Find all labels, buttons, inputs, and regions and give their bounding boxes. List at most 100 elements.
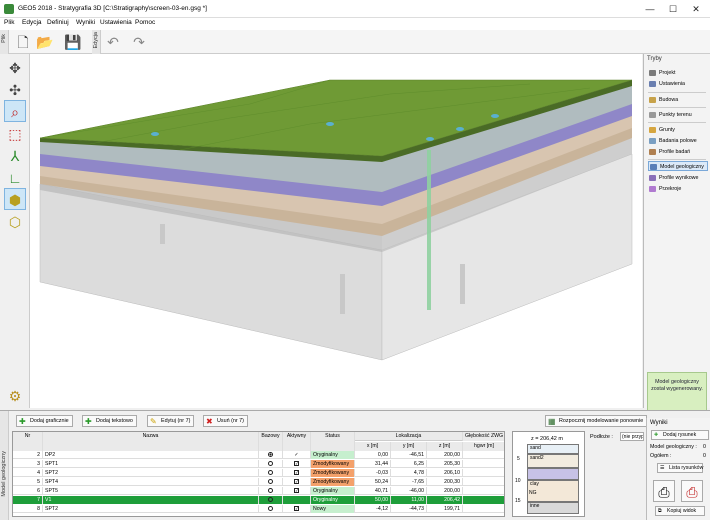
maximize-button[interactable]: ☐	[663, 2, 683, 16]
cell-base[interactable]	[259, 496, 283, 504]
col-x: x [m]	[355, 442, 391, 451]
mode-terrain-points[interactable]: Punkty terenu	[648, 110, 708, 120]
cube-icon[interactable]: ⬡	[4, 210, 26, 232]
cell-nr: 7	[13, 496, 43, 504]
gear-icon[interactable]: ⚙	[4, 384, 26, 406]
axes-3d-icon[interactable]: ⅄	[4, 144, 26, 166]
title-bar: GEO5 2018 - Stratygrafia 3D [C:\Stratigr…	[0, 0, 710, 18]
mode-geological-model[interactable]: Model geologiczny	[648, 161, 708, 171]
table-row[interactable]: 2 DP2 ✓ Oryginalny 0,00 -46,51 200,00	[13, 451, 504, 459]
menu-define[interactable]: Definiuj	[47, 19, 69, 26]
col-nr: Nr	[13, 432, 43, 451]
model-viewport[interactable]	[30, 54, 642, 408]
cell-y: -46,51	[391, 451, 427, 459]
table-row[interactable]: 3 SPT1 ✓ Zmodyfikowany 31,44 6,25 205,30	[13, 460, 504, 468]
modes-title: Tryby	[647, 56, 662, 62]
cell-active[interactable]: ✓	[283, 505, 311, 513]
edit-button[interactable]: ✎ Edytuj (nr 7)	[147, 415, 195, 427]
table-row[interactable]: 8 SPT2 ✓ Nowy -4,12 -44,73 199,71	[13, 505, 504, 513]
pan-icon[interactable]: ✣	[4, 78, 26, 100]
cell-name: SPT2	[43, 469, 259, 477]
base-radio[interactable]	[268, 461, 273, 467]
base-radio[interactable]	[268, 506, 273, 512]
profile-z-label: z = 206,42 m	[531, 436, 563, 442]
cell-base[interactable]	[259, 469, 283, 477]
open-folder-icon[interactable]: 📂	[36, 33, 54, 51]
active-checkbox[interactable]: ✓	[294, 506, 299, 512]
cell-active[interactable]: ✓	[283, 451, 311, 459]
cell-active[interactable]: ✓	[283, 460, 311, 468]
mode-settings[interactable]: Ustawienia	[648, 79, 708, 89]
delete-icon: ✖	[206, 417, 213, 426]
subsoil-select[interactable]: (nie przyp	[620, 432, 644, 441]
mode-soils[interactable]: Grunty	[648, 125, 708, 135]
table-row[interactable]: 7 V1 Oryginalny 50,00 11,00 206,42	[13, 496, 504, 504]
print-pdf-icon[interactable]: ⎙	[681, 480, 703, 502]
menu-settings[interactable]: Ustawienia	[100, 19, 132, 26]
mode-cross-sections[interactable]: Przekroje	[648, 184, 708, 194]
cell-base[interactable]	[259, 487, 283, 495]
cell-nr: 3	[13, 460, 43, 468]
zoom-extents-icon[interactable]: ⬚	[4, 122, 26, 144]
bottom-side-tab: Model geologiczny	[0, 411, 9, 520]
active-checkbox[interactable]: ✓	[294, 488, 299, 494]
base-radio[interactable]	[268, 452, 273, 458]
list-drawings-button[interactable]: ☰ Lista rysunków	[657, 463, 703, 473]
cell-active[interactable]: ✓	[283, 487, 311, 495]
base-radio[interactable]	[268, 479, 273, 485]
construction-icon	[649, 97, 656, 103]
cell-x: -4,12	[355, 505, 391, 513]
cell-base[interactable]	[259, 478, 283, 486]
results-title: Wyniki	[650, 420, 668, 426]
new-file-icon[interactable]: 🗋	[14, 33, 32, 51]
copy-view-button[interactable]: ⧉ Kopiuj widok	[655, 506, 705, 516]
move-icon[interactable]: ✥	[4, 56, 26, 78]
mode-result-profiles[interactable]: Profile wynikowe	[648, 173, 708, 183]
base-radio[interactable]	[268, 497, 273, 503]
cell-nr: 4	[13, 469, 43, 477]
menu-edit[interactable]: Edycja	[22, 19, 42, 26]
axes-2d-icon[interactable]: ∟	[4, 166, 26, 188]
base-radio[interactable]	[268, 470, 273, 476]
add-drawing-button[interactable]: ✚ Dodaj rysunek	[651, 430, 709, 440]
mode-test-profiles[interactable]: Profile badań	[648, 147, 708, 157]
terrain-points-icon	[649, 112, 656, 118]
borehole-marker	[427, 150, 431, 310]
table-row[interactable]: 4 SPT2 ✓ Zmodyfikowany -0,03 4,78 206,10	[13, 469, 504, 477]
cell-active[interactable]: ✓	[283, 469, 311, 477]
minimize-button[interactable]: —	[640, 2, 660, 16]
print-icon[interactable]: ⎙	[653, 480, 675, 502]
save-icon[interactable]: 💾	[64, 33, 82, 51]
undo-icon[interactable]: ↶	[104, 33, 122, 51]
zoom-icon[interactable]: ⌕	[4, 100, 26, 122]
active-checkbox[interactable]: ✓	[294, 461, 299, 467]
box-view-icon[interactable]: ⬢	[4, 188, 26, 210]
menu-results[interactable]: Wyniki	[76, 19, 95, 26]
cell-nr: 2	[13, 451, 43, 459]
remove-button[interactable]: ✖ Usuń (nr 7)	[203, 415, 248, 427]
cell-x: 50,00	[355, 496, 391, 504]
redo-icon[interactable]: ↷	[130, 33, 148, 51]
mode-project[interactable]: Projekt	[648, 68, 708, 78]
remodel-button[interactable]: ▦ Rozpocznij modelowanie ponownie	[545, 415, 648, 427]
cell-base[interactable]	[259, 460, 283, 468]
mode-construction[interactable]: Budowa	[648, 95, 708, 105]
menu-help[interactable]: Pomoc	[135, 19, 155, 26]
add-icon: ✚	[85, 417, 92, 426]
cell-active[interactable]: ✓	[283, 478, 311, 486]
mode-field-tests[interactable]: Badania polowe	[648, 136, 708, 146]
add-text-button[interactable]: ✚ Dodaj tekstowo	[82, 415, 137, 427]
add-icon: ✚	[19, 417, 26, 426]
active-checkbox[interactable]: ✓	[294, 470, 299, 476]
menu-file[interactable]: Plik	[4, 19, 14, 26]
table-row[interactable]: 5 SPT4 ✓ Zmodyfikowany 50,24 -7,65 200,30	[13, 478, 504, 486]
close-button[interactable]: ✕	[686, 2, 706, 16]
add-graphic-button[interactable]: ✚ Dodaj graficznie	[16, 415, 73, 427]
base-radio[interactable]	[268, 488, 273, 494]
table-row[interactable]: 6 SPT5 ✓ Oryginalny 40,71 -46,00 200,00	[13, 487, 504, 495]
cell-status: Oryginalny	[311, 496, 355, 504]
cell-active[interactable]	[283, 496, 311, 504]
cell-base[interactable]	[259, 505, 283, 513]
cell-base[interactable]	[259, 451, 283, 459]
active-checkbox[interactable]: ✓	[294, 479, 299, 485]
